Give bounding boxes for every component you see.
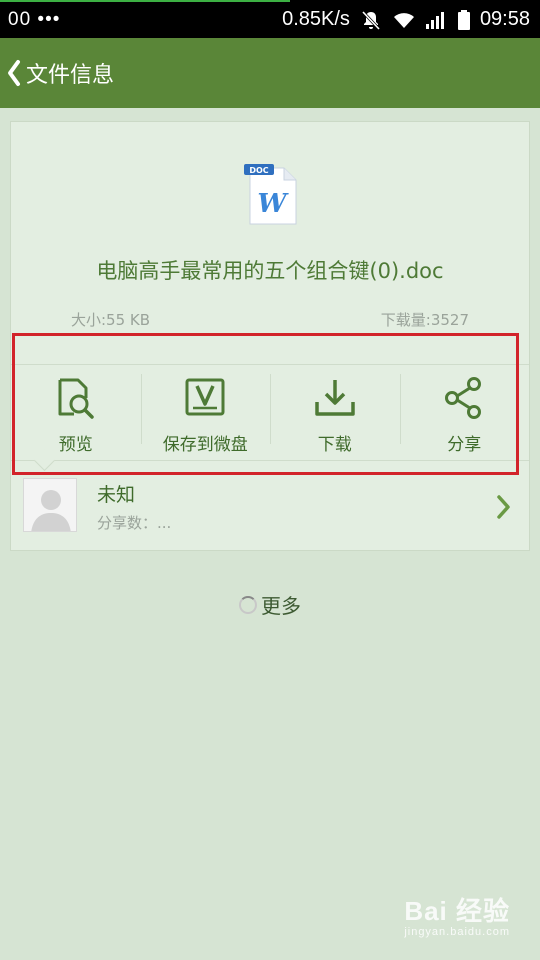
file-size: 大小:55 KB bbox=[71, 311, 151, 329]
status-bar: 00 ••• 0.85K/s 09:58 bbox=[0, 0, 540, 38]
page-title: 文件信息 bbox=[26, 63, 115, 88]
mute-icon bbox=[360, 9, 382, 31]
signal-icon bbox=[425, 11, 448, 29]
uploader-share-count: 分享数：... bbox=[97, 514, 172, 532]
watermark-line1: Bai 经验 bbox=[404, 896, 510, 926]
doc-letter-text: W bbox=[257, 189, 289, 219]
net-speed: 0.85K/s bbox=[282, 8, 350, 30]
default-avatar-icon bbox=[23, 478, 77, 532]
app-bar: 文件信息 bbox=[0, 38, 540, 108]
highlight-box bbox=[12, 333, 519, 475]
load-more-button[interactable]: 更多 bbox=[0, 590, 540, 619]
baidu-watermark: Bai 经验 jingyan.baidu.com bbox=[404, 891, 510, 938]
file-name: 电脑高手最常用的五个组合键(0).doc bbox=[96, 259, 444, 283]
wifi-icon bbox=[392, 10, 416, 30]
chevron-left-icon[interactable] bbox=[6, 58, 22, 88]
download-count: 下载量:3527 bbox=[380, 311, 469, 329]
status-progress-line bbox=[0, 0, 290, 2]
clock: 09:58 bbox=[479, 8, 530, 30]
loading-spinner-icon bbox=[239, 596, 257, 614]
battery-icon bbox=[457, 9, 470, 30]
doc-badge-text: DOC bbox=[249, 166, 268, 175]
uploader-name: 未知 bbox=[97, 484, 136, 506]
uploader-row[interactable]: 未知 分享数：... bbox=[11, 472, 529, 550]
load-more-label: 更多 bbox=[261, 594, 301, 618]
word-document-icon: DOC W bbox=[244, 164, 297, 225]
watermark-line2: jingyan.baidu.com bbox=[404, 926, 510, 938]
status-left-text: 00 ••• bbox=[8, 9, 61, 30]
status-right-group: 0.85K/s 09:58 bbox=[282, 8, 530, 31]
chevron-right-icon bbox=[497, 495, 510, 519]
